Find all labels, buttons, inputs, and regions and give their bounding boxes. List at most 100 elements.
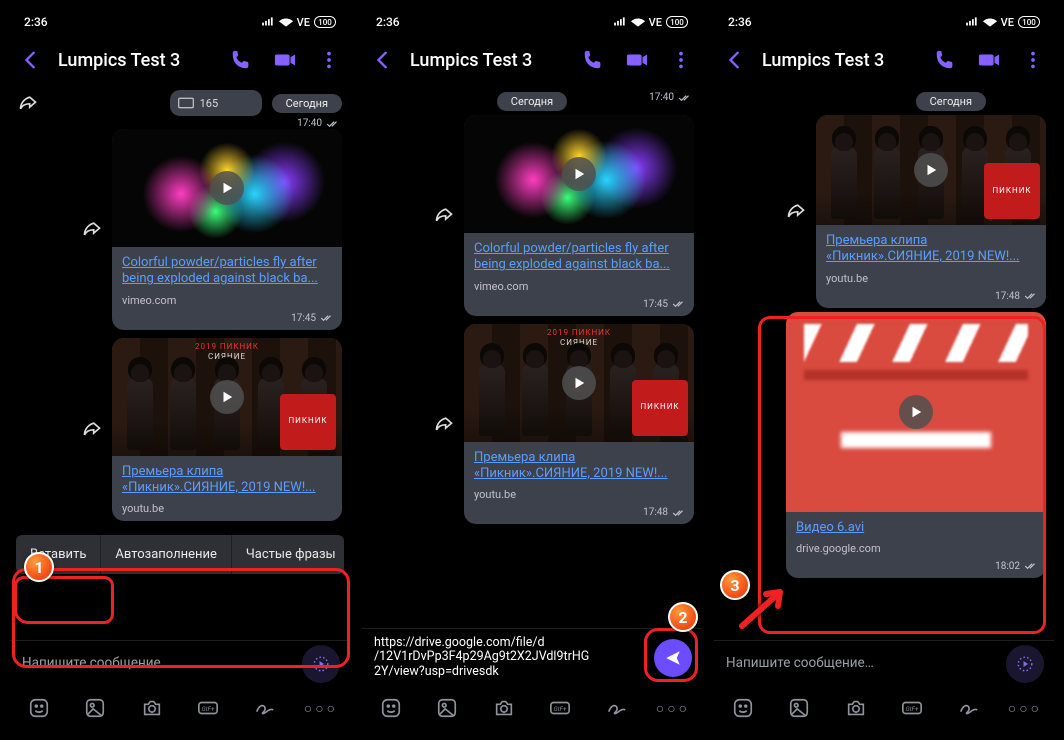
more-button[interactable] xyxy=(314,49,344,71)
message-link[interactable]: Премьера клипа «Пикник».СИЯНИЕ, 2019 NEW… xyxy=(474,450,667,481)
call-button[interactable] xyxy=(930,49,960,71)
forward-icon[interactable] xyxy=(434,205,454,225)
message-bubble-video-1[interactable]: Colorful powder/particles fly after bein… xyxy=(112,129,342,330)
gif-icon[interactable]: GIF+ xyxy=(547,697,573,719)
voice-record-button[interactable] xyxy=(302,645,340,683)
doodle-icon[interactable] xyxy=(956,697,982,719)
gif-icon[interactable]: GIF+ xyxy=(195,697,221,719)
attachment-icon-row: GIF+ ○○○ xyxy=(362,686,702,730)
message-link[interactable]: Премьера клипа «Пикник».СИЯНИЕ, 2019 NEW… xyxy=(826,233,1019,264)
svg-text:GIF+: GIF+ xyxy=(906,705,919,713)
call-button[interactable] xyxy=(226,49,256,71)
message-bubble-video-2[interactable]: 2019 ПИКНИК СИЯНИЕ ПИКНИК Премьера клипа… xyxy=(112,338,342,522)
more-attachments-icon[interactable]: ○○○ xyxy=(1012,700,1038,717)
back-button[interactable] xyxy=(722,49,748,71)
more-attachments-icon[interactable]: ○○○ xyxy=(660,700,686,717)
video-thumbnail[interactable] xyxy=(786,312,1046,512)
message-input[interactable]: https://drive.google.com/file/d /12V1rDv… xyxy=(372,636,650,679)
message-clipped[interactable]: 165 xyxy=(170,90,262,116)
sticker-icon[interactable] xyxy=(730,697,756,719)
play-icon[interactable] xyxy=(210,380,244,414)
step-badge-3: 3 xyxy=(720,570,750,600)
more-button[interactable] xyxy=(666,49,696,71)
chat-area[interactable]: Сегодня ПИКНИК Премьера клипа «Пикник».С… xyxy=(714,86,1054,640)
message-row: Colorful powder/particles fly after bein… xyxy=(370,115,694,316)
screen-3: 2:36 VE 100 Lumpics Test 3 Сегодня ПИКНИ… xyxy=(714,10,1054,730)
step-badge-2: 2 xyxy=(668,602,698,632)
forward-icon[interactable] xyxy=(434,414,454,434)
more-attachments-icon[interactable]: ○○○ xyxy=(308,700,334,717)
play-icon[interactable] xyxy=(899,395,933,429)
video-thumbnail[interactable] xyxy=(464,115,694,233)
message-row: Colorful powder/particles fly after bein… xyxy=(18,129,342,330)
step-badge-1: 1 xyxy=(24,552,54,582)
gallery-icon[interactable] xyxy=(434,697,460,719)
play-icon[interactable] xyxy=(562,366,596,400)
video-thumbnail[interactable]: 2019 ПИКНИК СИЯНИЕ ПИКНИК xyxy=(464,324,694,442)
battery-indicator: 100 xyxy=(1018,16,1040,28)
date-separator: Сегодня xyxy=(916,92,986,111)
video-call-button[interactable] xyxy=(622,49,652,71)
context-autofill[interactable]: Автозаполнение xyxy=(101,535,232,574)
video-call-button[interactable] xyxy=(270,49,300,71)
sticker-icon[interactable] xyxy=(378,697,404,719)
status-time: 2:36 xyxy=(728,15,752,29)
attachment-icon-row: GIF+ ○○○ xyxy=(714,686,1054,730)
gallery-icon[interactable] xyxy=(82,697,108,719)
message-bubble-video-1[interactable]: Colorful powder/particles fly after bein… xyxy=(464,115,694,316)
svg-text:GIF+: GIF+ xyxy=(554,705,567,713)
message-row: Видео 6.avi drive.google.com 18:02 xyxy=(722,312,1046,578)
message-input[interactable]: Напишите сообщение… xyxy=(20,656,298,672)
chat-area[interactable]: 165 Сегодня 17:40 Colorful powder/partic… xyxy=(10,86,350,640)
forward-icon[interactable] xyxy=(786,201,806,221)
message-input[interactable]: Напишите сообщение… xyxy=(724,656,1002,672)
album-badge: ПИКНИК xyxy=(984,163,1040,219)
back-button[interactable] xyxy=(18,49,44,71)
context-phrases[interactable]: Частые фразы xyxy=(232,535,344,574)
message-link[interactable]: Премьера клипа «Пикник».СИЯНИЕ, 2019 NEW… xyxy=(122,464,315,495)
voice-record-button[interactable] xyxy=(1006,645,1044,683)
message-link[interactable]: Colorful powder/particles fly after bein… xyxy=(474,241,670,272)
video-thumbnail[interactable] xyxy=(112,129,342,247)
status-bar: 2:36 VE 100 xyxy=(362,10,702,34)
play-icon[interactable] xyxy=(914,153,948,187)
call-button[interactable] xyxy=(578,49,608,71)
status-time: 2:36 xyxy=(376,15,400,29)
message-link[interactable]: Видео 6.avi xyxy=(796,520,864,535)
send-button[interactable] xyxy=(654,639,692,677)
message-bubble-video-2[interactable]: 2019 ПИКНИК СИЯНИЕ ПИКНИК Премьера клипа… xyxy=(464,324,694,525)
chat-header: Lumpics Test 3 xyxy=(10,34,350,86)
video-call-button[interactable] xyxy=(974,49,1004,71)
video-thumbnail[interactable]: 2019 ПИКНИК СИЯНИЕ ПИКНИК xyxy=(112,338,342,456)
forward-icon[interactable] xyxy=(82,219,102,239)
camera-icon[interactable] xyxy=(491,697,517,719)
message-row: 2019 ПИКНИК СИЯНИЕ ПИКНИК Премьера клипа… xyxy=(18,338,342,522)
play-icon[interactable] xyxy=(562,157,596,191)
doodle-icon[interactable] xyxy=(604,697,630,719)
date-separator: Сегодня xyxy=(497,92,567,111)
status-icons: VE 100 xyxy=(965,16,1040,29)
sticker-icon[interactable] xyxy=(26,697,52,719)
forward-icon[interactable] xyxy=(18,93,38,113)
link-domain: youtu.be xyxy=(826,272,1036,285)
play-icon[interactable] xyxy=(210,171,244,205)
doodle-icon[interactable] xyxy=(252,697,278,719)
screen-1: 2:36 VE 100 Lumpics Test 3 165 Сегодня 1… xyxy=(10,10,350,730)
context-menu: Вставить Автозаполнение Частые фразы xyxy=(16,535,344,574)
camera-icon[interactable] xyxy=(139,697,165,719)
date-separator: Сегодня xyxy=(272,94,342,113)
gif-icon[interactable]: GIF+ xyxy=(899,697,925,719)
more-button[interactable] xyxy=(1018,49,1048,71)
message-bubble-drive[interactable]: Видео 6.avi drive.google.com 18:02 xyxy=(786,312,1046,578)
video-thumbnail[interactable]: ПИКНИК xyxy=(816,115,1046,225)
back-button[interactable] xyxy=(370,49,396,71)
chat-header: Lumpics Test 3 xyxy=(362,34,702,86)
chat-area[interactable]: Сегодня 17:40 Colorful powder/particles … xyxy=(362,86,702,628)
message-link[interactable]: Colorful powder/particles fly after bein… xyxy=(122,255,318,286)
album-badge: ПИКНИК xyxy=(280,394,336,450)
link-domain: youtu.be xyxy=(122,502,332,515)
forward-icon[interactable] xyxy=(82,419,102,439)
gallery-icon[interactable] xyxy=(786,697,812,719)
message-bubble-video-2[interactable]: ПИКНИК Премьера клипа «Пикник».СИЯНИЕ, 2… xyxy=(816,115,1046,308)
camera-icon[interactable] xyxy=(843,697,869,719)
